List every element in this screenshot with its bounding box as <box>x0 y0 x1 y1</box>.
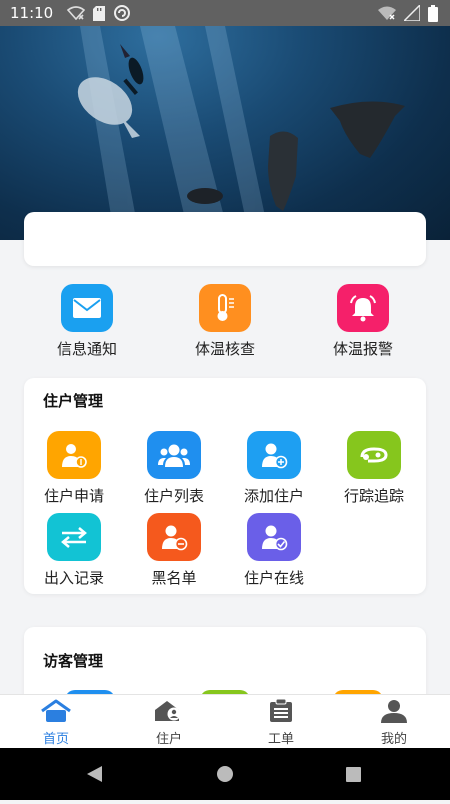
tab-label: 住户 <box>155 732 182 747</box>
tab-label: 工单 <box>267 732 294 747</box>
clipboard-icon <box>270 698 292 722</box>
grid-item-access-record[interactable]: 出入记录 <box>24 513 124 588</box>
grid-item-label: 住户列表 <box>143 487 204 505</box>
tab-label: 我的 <box>380 732 407 747</box>
grid-item-label: 添加住户 <box>243 487 304 505</box>
grid-item-track[interactable]: 行踪追踪 <box>324 431 424 506</box>
thermometer-icon <box>199 284 251 332</box>
grid-item-resident-apply[interactable]: 住户申请 <box>24 431 124 506</box>
sync-icon <box>114 5 131 21</box>
resident-management-card: 住户管理 住户申请 住户列表 添加住户 行踪追踪 出入记录 黑名单 住户在线 <box>24 378 426 594</box>
grid-item-label: 出入记录 <box>43 569 104 587</box>
grid-item-label: 黑名单 <box>151 569 197 587</box>
diver <box>120 44 144 95</box>
banner-info-card[interactable] <box>24 212 426 266</box>
quick-action-label: 体温报警 <box>332 340 393 358</box>
whale-right <box>330 101 405 158</box>
grid-item-resident-list[interactable]: 住户列表 <box>124 431 224 506</box>
quick-action-temperature-check[interactable]: 体温核查 <box>165 284 285 359</box>
track-icon <box>347 431 401 479</box>
status-time: 11:10 <box>10 4 54 22</box>
tab-label: 首页 <box>42 732 69 747</box>
grid-item-blacklist[interactable]: 黑名单 <box>124 513 224 588</box>
wifi-icon <box>378 6 396 20</box>
user-group-icon <box>147 431 201 479</box>
tab-profile[interactable]: 我的 <box>354 699 434 747</box>
system-navigation-bar <box>0 748 450 800</box>
alarm-bell-icon <box>337 284 389 332</box>
status-bar: 11:10 <box>0 0 450 26</box>
quick-action-label: 体温核查 <box>194 340 255 358</box>
profile-icon <box>381 700 407 723</box>
mail-icon <box>61 284 113 332</box>
grid-item-add-resident[interactable]: 添加住户 <box>224 431 324 506</box>
sd-card-icon <box>93 5 106 21</box>
tab-home[interactable]: 首页 <box>16 699 96 747</box>
back-icon[interactable] <box>87 766 102 782</box>
swap-arrows-icon <box>47 513 101 561</box>
quick-action-notice[interactable]: 信息通知 <box>27 284 147 359</box>
whale-small <box>187 188 223 204</box>
tab-residents[interactable]: 住户 <box>129 699 209 747</box>
house-user-icon <box>155 701 181 721</box>
bottom-tab-bar: 首页 住户 工单 我的 <box>0 694 450 749</box>
recents-icon[interactable] <box>346 767 361 782</box>
user-check-icon <box>247 513 301 561</box>
hero-banner <box>0 26 450 240</box>
grid-item-label: 住户申请 <box>43 487 104 505</box>
grid-item-label: 住户在线 <box>243 569 304 587</box>
signal-icon <box>404 5 420 21</box>
section-title: 住户管理 <box>43 392 104 410</box>
grid-item-label: 行踪追踪 <box>343 487 404 505</box>
battery-icon <box>428 4 438 22</box>
section-title: 访客管理 <box>43 652 104 670</box>
quick-action-label: 信息通知 <box>56 340 117 358</box>
user-apply-icon <box>47 431 101 479</box>
home-icon <box>41 699 71 722</box>
grid-item-resident-online[interactable]: 住户在线 <box>224 513 324 588</box>
user-remove-icon <box>147 513 201 561</box>
user-add-icon <box>247 431 301 479</box>
tab-work-orders[interactable]: 工单 <box>241 698 321 747</box>
wifi-off-icon <box>67 6 86 20</box>
quick-action-temperature-alarm[interactable]: 体温报警 <box>303 284 423 359</box>
quick-actions: 信息通知 体温核查 体温报警 <box>0 284 450 364</box>
home-button-icon[interactable] <box>217 766 233 782</box>
whale-center <box>268 131 298 211</box>
